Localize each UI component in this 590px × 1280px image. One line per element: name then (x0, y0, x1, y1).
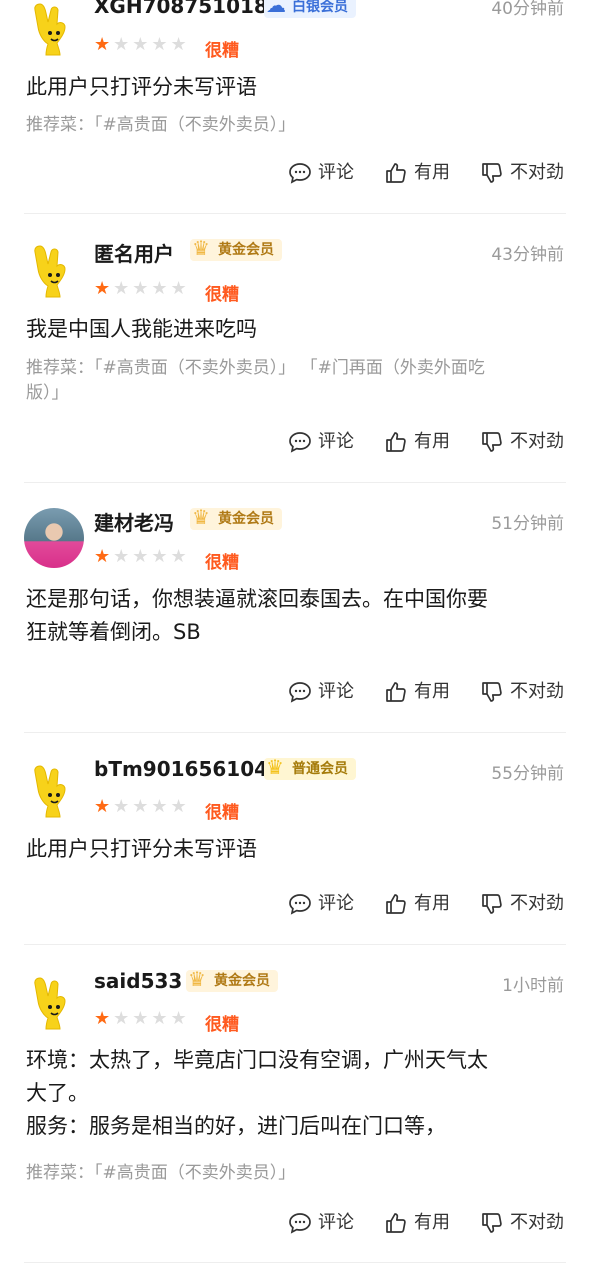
mascot-icon (34, 977, 66, 1030)
review-actions: 评论 有用 不对劲 (0, 889, 590, 919)
review-text-line: 狂就等着倒闭。￼￼SB (26, 620, 201, 644)
avatar[interactable] (24, 972, 84, 1032)
member-badge: ♛ 普通会员 (264, 755, 356, 780)
star-rating: ★★★★★ (94, 796, 190, 817)
comment-icon (289, 163, 311, 184)
username[interactable]: said533 (94, 969, 182, 993)
avatar[interactable] (24, 760, 84, 820)
thumbs-up-icon (386, 1213, 406, 1233)
username[interactable]: bTm901656104 (94, 757, 268, 781)
review-text-line: 此用户只打评分未写评语 (26, 75, 257, 99)
review-text-line: 还是那句话，你想装逼就滚回泰国去。在中国你要 (26, 587, 488, 611)
review-text: 环境：太热了，毕竟店门口没有空调，广州天气太 大了。 服务：服务是相当的好，进门… (26, 1044, 566, 1143)
thumbs-up-icon (386, 894, 406, 914)
recommended-dishes[interactable]: 推荐菜：「#高贵面（不卖外卖员）」 (26, 1161, 566, 1186)
star-rating: ★★★★★ (94, 546, 190, 567)
member-badge: ♛ 黄金会员 (190, 505, 282, 530)
normal-member-icon: ♛ (266, 755, 284, 779)
recommended-dishes[interactable]: 推荐菜：「#高贵面（不卖外卖员）」 「#门再面（外卖外面吃 版）」 (26, 356, 566, 406)
recommended-dishes-line: 推荐菜：「#高贵面（不卖外卖员）」 (26, 1163, 296, 1183)
rating-label: 很糟 (205, 1015, 239, 1035)
thumbs-down-icon (482, 163, 502, 183)
thumbs-up-icon (386, 432, 406, 452)
avatar[interactable] (24, 0, 84, 58)
mascot-icon (34, 245, 66, 298)
review-text-line: 服务：服务是相当的好，进门后叫在门口等， (26, 1114, 446, 1138)
username[interactable]: XGH708751018 (94, 0, 268, 18)
star-rating: ★★★★★ (94, 34, 190, 55)
review-time: 43分钟前 (491, 245, 564, 265)
gold-member-icon: ♛ (188, 967, 206, 991)
recommended-dishes-line: 版）」 (26, 383, 69, 403)
username[interactable]: 建材老冯 (94, 507, 174, 536)
review-text: 我是中国人我能进来吃吗 (26, 313, 566, 346)
review-text: 还是那句话，你想装逼就滚回泰国去。在中国你要 狂就等着倒闭。￼￼SB (26, 583, 566, 649)
member-badge: ♛ 黄金会员 (190, 236, 282, 261)
review-text: 此用户只打评分未写评语 (26, 71, 566, 104)
comment-icon (289, 432, 311, 453)
avatar[interactable] (24, 240, 84, 300)
review-actions: 评论 有用 不对劲 (0, 158, 590, 188)
username[interactable]: 匿名用户 (94, 238, 174, 267)
recommended-dishes[interactable]: 推荐菜：「#高贵面（不卖外卖员）」 (26, 113, 566, 138)
comment-icon (289, 1213, 311, 1234)
divider (24, 213, 566, 214)
review-text: 此用户只打评分未写评语 (26, 833, 566, 866)
review-text-line: 大了。 (26, 1081, 89, 1105)
review-actions: 评论 有用 不对劲 (0, 427, 590, 457)
divider (24, 732, 566, 733)
thumbs-up-icon (386, 163, 406, 183)
divider (24, 1262, 566, 1263)
review-time: 40分钟前 (491, 0, 564, 19)
divider (24, 482, 566, 483)
rating-label: 很糟 (205, 553, 239, 573)
review-time: 51分钟前 (491, 514, 564, 534)
review-text-line: 此用户只打评分未写评语 (26, 837, 257, 861)
member-badge: ♛ 黄金会员 (186, 967, 278, 992)
thumbs-down-icon (482, 1213, 502, 1233)
gold-member-icon: ♛ (192, 505, 210, 529)
star-rating: ★★★★★ (94, 1008, 190, 1029)
thumbs-down-icon (482, 682, 502, 702)
rating-label: 很糟 (205, 803, 239, 823)
star-rating: ★★★★★ (94, 278, 190, 299)
review-actions: 评论 有用 不对劲 (0, 677, 590, 707)
comment-icon (289, 894, 311, 915)
mascot-icon (34, 3, 66, 56)
recommended-dishes-line: 推荐菜：「#高贵面（不卖外卖员）」 (26, 115, 296, 135)
avatar[interactable] (24, 508, 84, 568)
comment-icon (289, 682, 311, 703)
rating-label: 很糟 (205, 285, 239, 305)
review-text-line: 我是中国人我能进来吃吗 (26, 317, 257, 341)
divider (24, 944, 566, 945)
thumbs-down-icon (482, 432, 502, 452)
thumbs-up-icon (386, 682, 406, 702)
thumbs-down-icon (482, 894, 502, 914)
silver-member-icon: ☁ (266, 0, 286, 17)
review-actions: 评论 有用 不对劲 (0, 1208, 590, 1238)
gold-member-icon: ♛ (192, 236, 210, 260)
review-time: 55分钟前 (491, 764, 564, 784)
mascot-icon (34, 765, 66, 818)
member-badge: ☁ 白银会员 (264, 0, 356, 18)
recommended-dishes-line: 推荐菜：「#高贵面（不卖外卖员）」 「#门再面（外卖外面吃 (26, 358, 485, 378)
review-time: 1小时前 (502, 976, 564, 996)
review-text-line: 环境：太热了，毕竟店门口没有空调，广州天气太 (26, 1048, 488, 1072)
rating-label: 很糟 (205, 41, 239, 61)
